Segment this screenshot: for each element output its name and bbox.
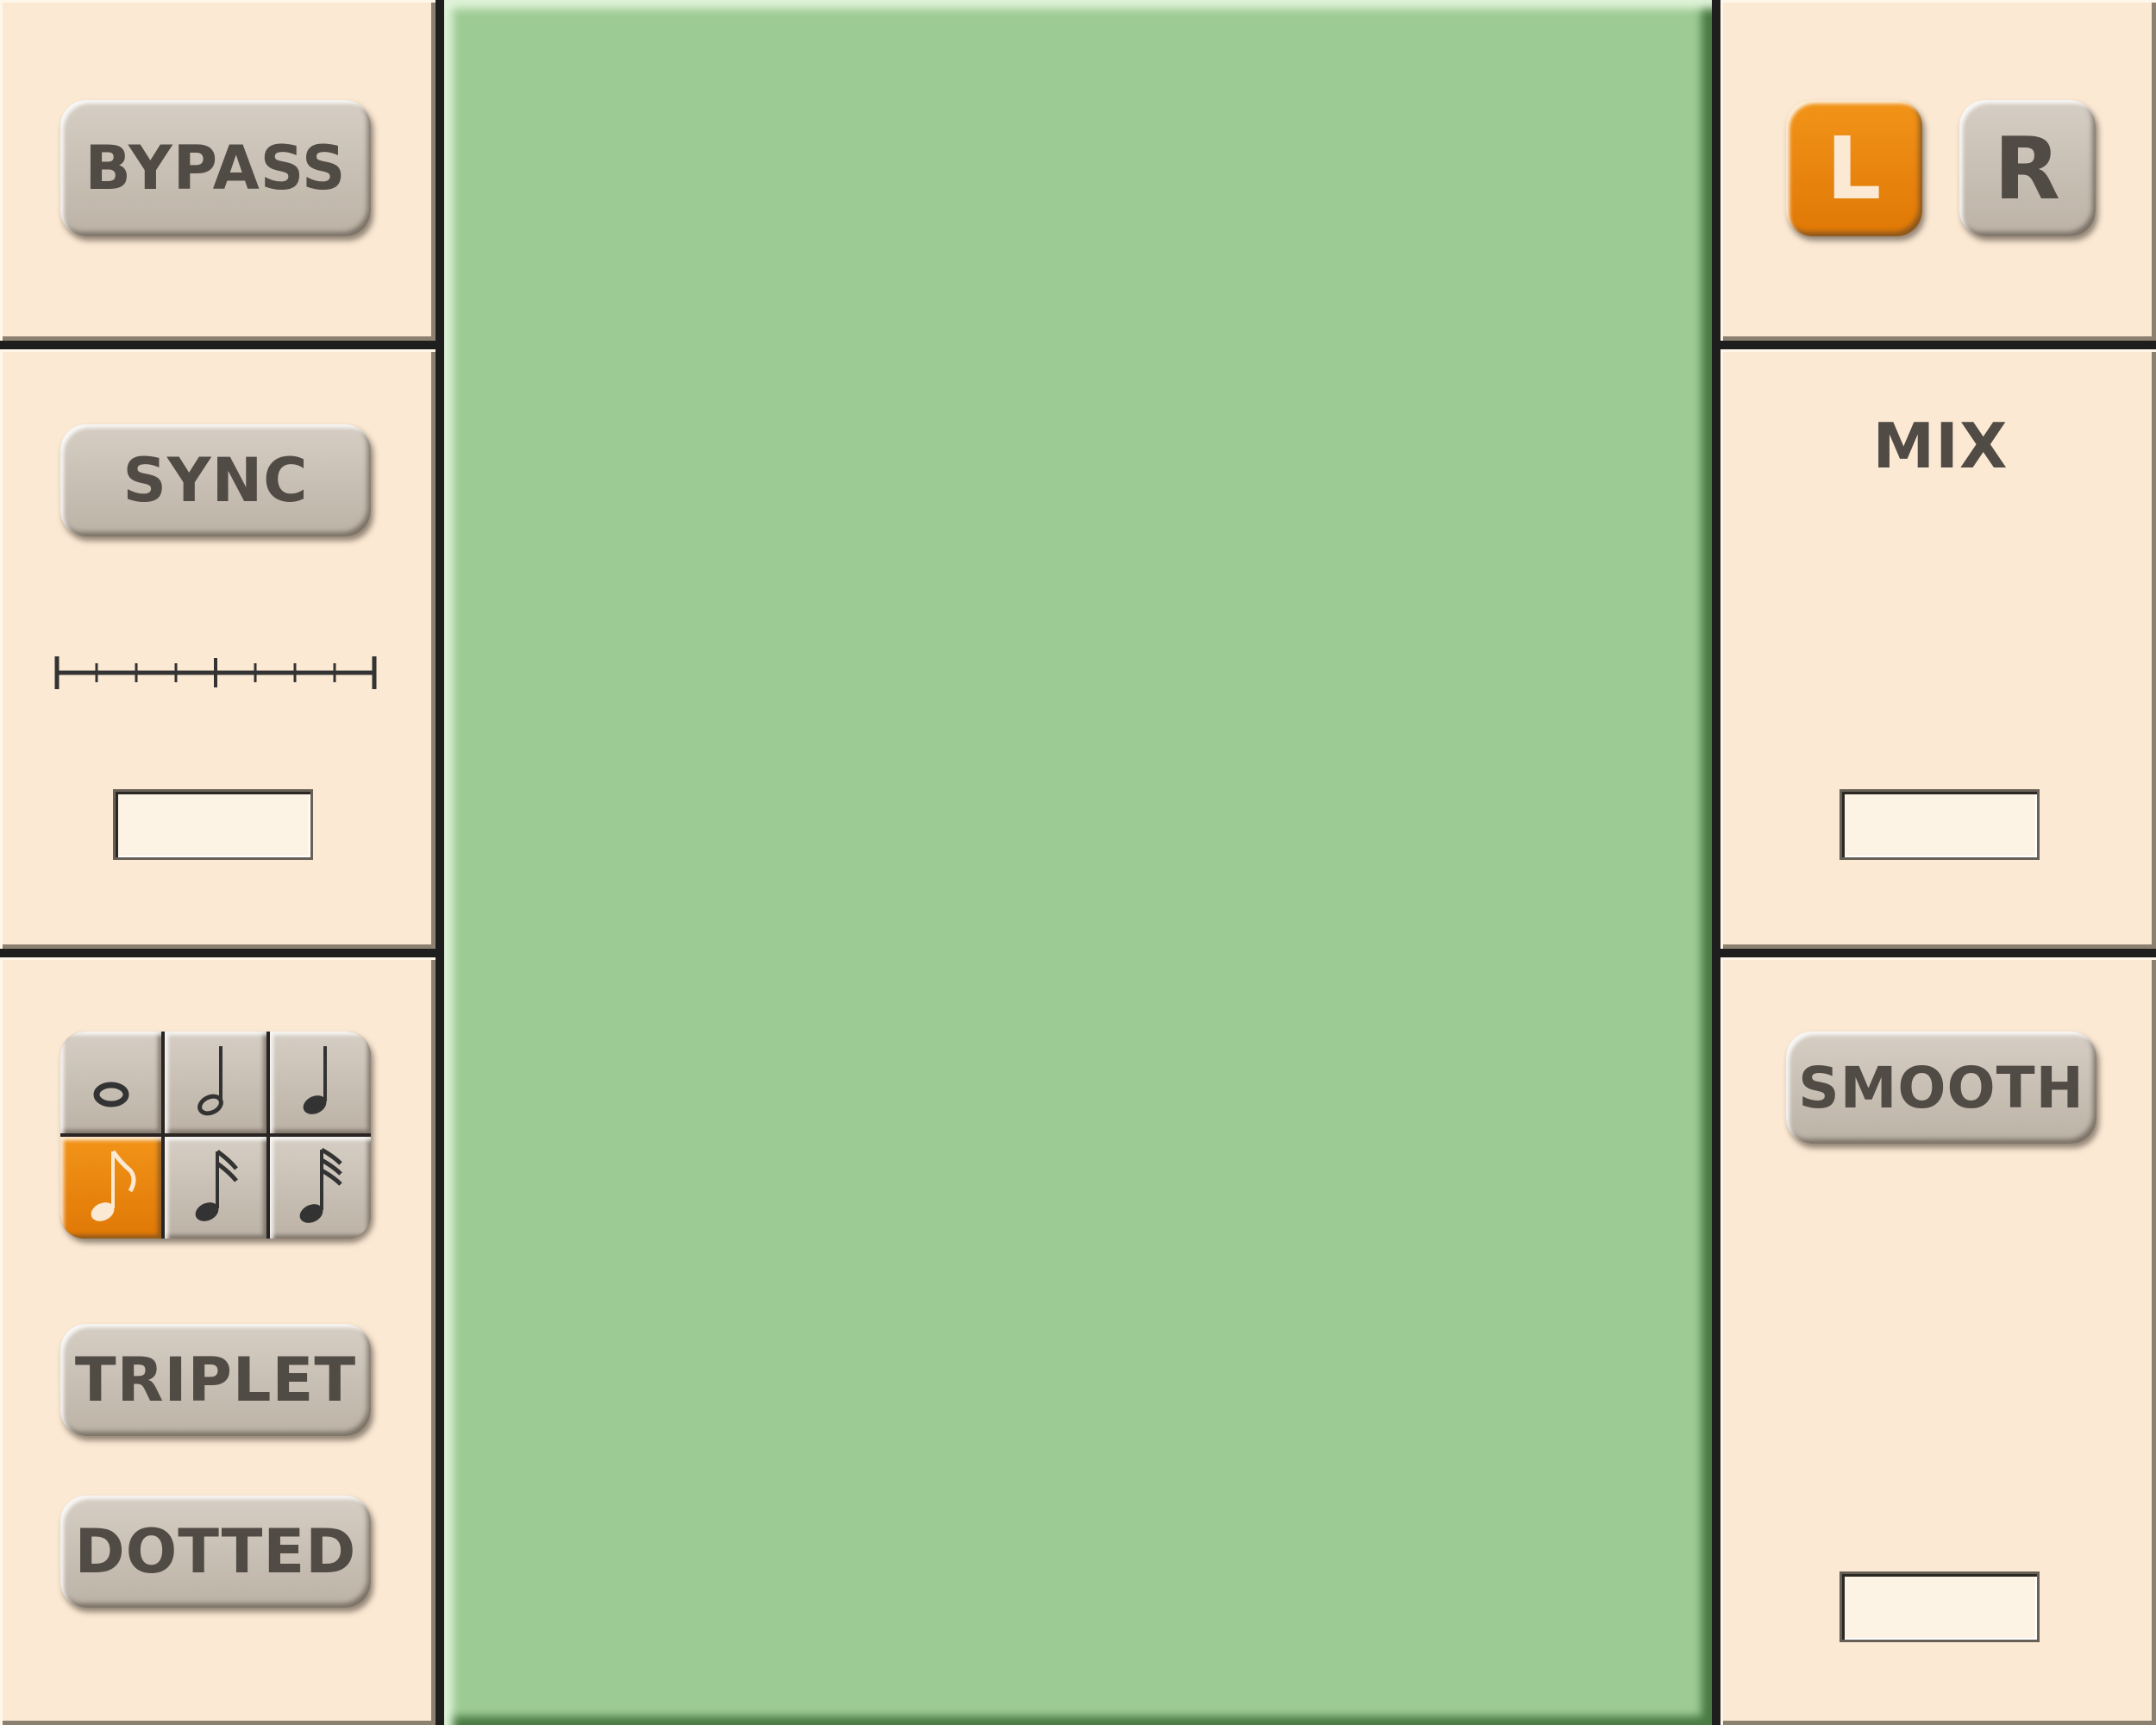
eighth-note-icon	[91, 1150, 136, 1221]
whole-note-button[interactable]	[60, 1032, 162, 1133]
right-channel-button[interactable]: R	[1959, 100, 2096, 236]
mix-label: MIX	[1872, 410, 2009, 482]
note-value-selector	[60, 1032, 371, 1239]
half-note-button[interactable]	[165, 1032, 266, 1133]
smooth-value-field[interactable]	[1839, 1571, 2040, 1642]
eighth-note-button[interactable]	[60, 1137, 162, 1239]
waveform-display[interactable]	[444, 0, 1712, 1725]
thirty-second-note-button[interactable]	[269, 1137, 371, 1239]
triplet-button[interactable]: TRIPLET	[60, 1324, 371, 1436]
smooth-button[interactable]: SMOOTH	[1786, 1032, 2096, 1144]
sixteenth-note-button[interactable]	[165, 1137, 266, 1239]
sync-rate-slider[interactable]	[52, 651, 379, 694]
left-channel-button[interactable]: L	[1786, 100, 1922, 236]
whole-note-icon	[93, 1082, 129, 1107]
half-note-icon	[197, 1046, 223, 1116]
quarter-note-button[interactable]	[269, 1032, 371, 1133]
sync-button[interactable]: SYNC	[60, 424, 371, 536]
bypass-button[interactable]: BYPASS	[60, 100, 371, 236]
sync-value-field[interactable]	[113, 789, 313, 860]
dotted-button[interactable]: DOTTED	[60, 1496, 371, 1608]
quarter-note-icon	[303, 1046, 328, 1114]
thirty-second-note-icon	[299, 1147, 343, 1223]
mix-value-field[interactable]	[1839, 789, 2040, 860]
sixteenth-note-icon	[195, 1149, 238, 1221]
